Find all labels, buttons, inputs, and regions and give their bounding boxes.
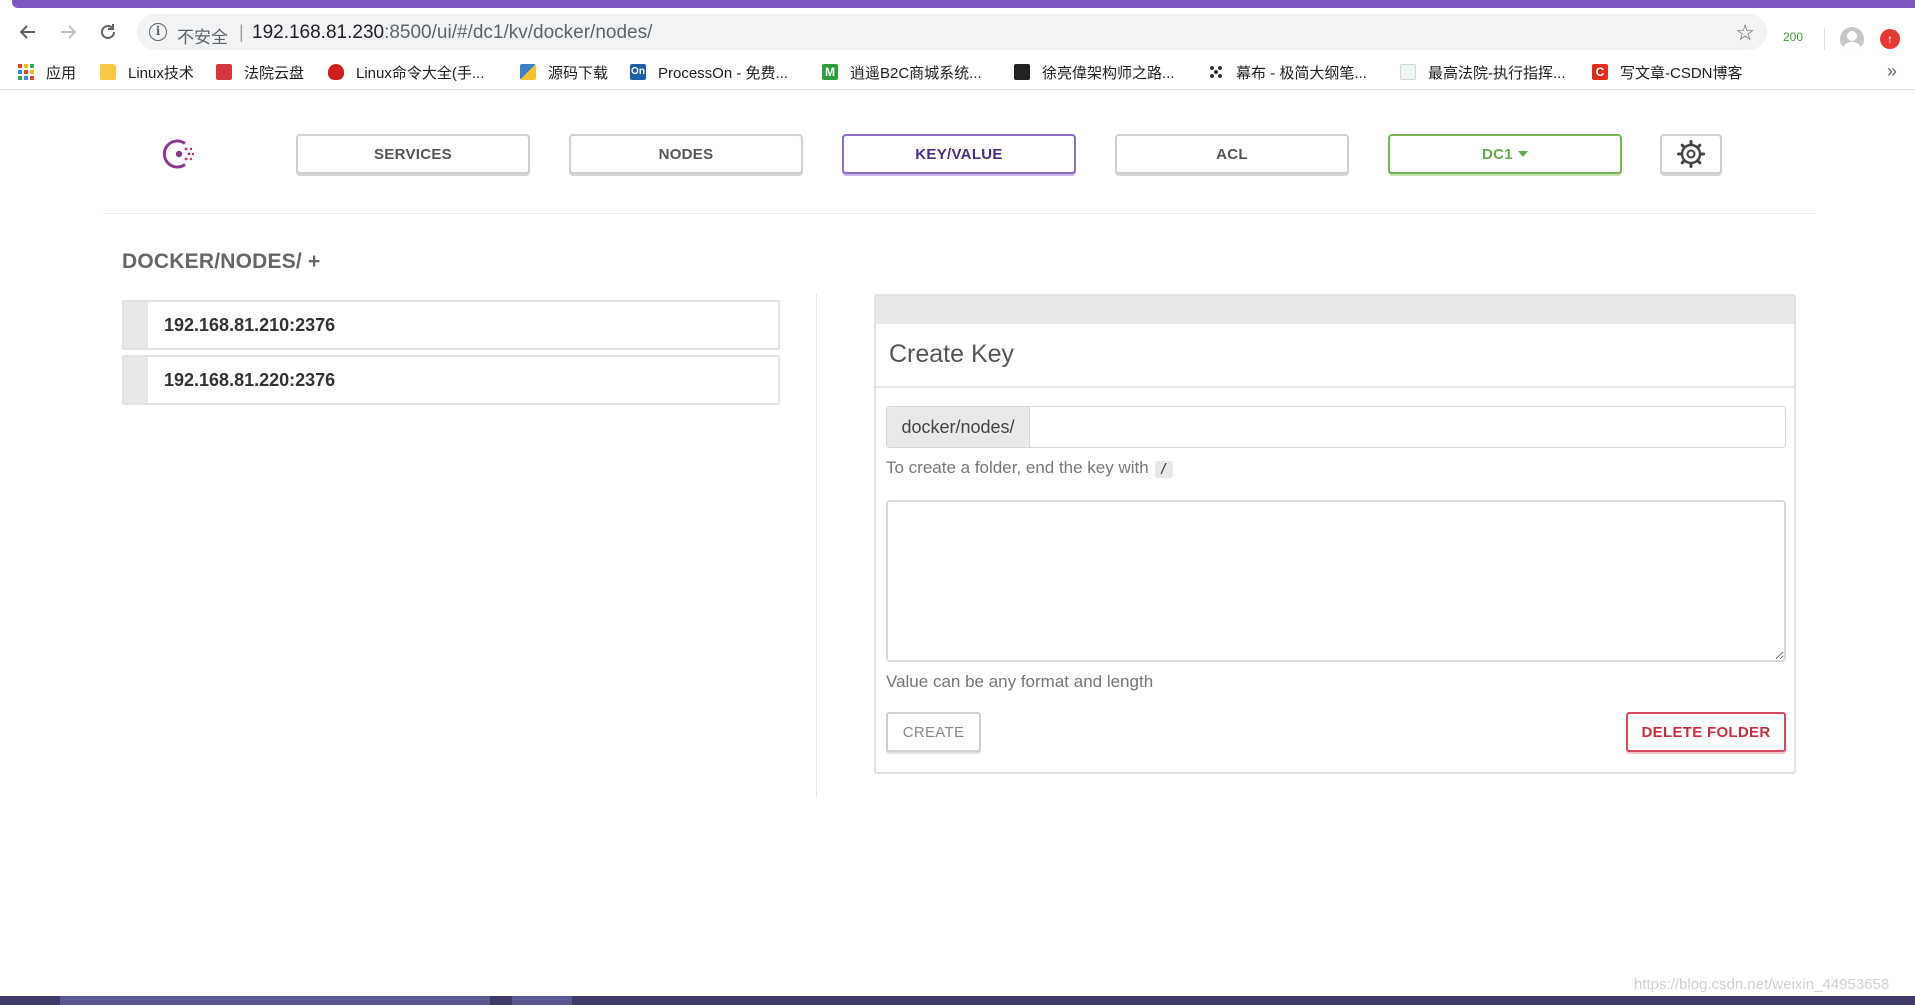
update-arrow-icon[interactable]: ↑ — [1880, 29, 1900, 49]
redhat-icon — [328, 64, 344, 80]
kv-list-item[interactable]: 192.168.81.220:2376 — [122, 355, 780, 405]
csdn-watermark: https://blog.csdn.net/weixin_44953658 — [1634, 976, 1890, 993]
datacenter-label: DC1 — [1482, 145, 1513, 163]
key-input-group: docker/nodes/ — [886, 406, 1786, 448]
bookmark-label: 源码下载 — [548, 64, 609, 82]
value-textarea[interactable] — [886, 500, 1786, 662]
bookmark-supreme-court[interactable]: 最高法院-执行指挥... — [1400, 62, 1566, 82]
mubu-icon — [1208, 64, 1224, 80]
folder-hint-text: To create a folder, end the key with — [886, 458, 1149, 477]
bookmark-label: ProcessOn - 免费... — [658, 64, 789, 82]
value-hint: Value can be any format and length — [886, 672, 1154, 691]
forward-arrow-icon — [61, 25, 77, 39]
panel-header-bar — [876, 296, 1794, 324]
breadcrumb: DOCKER/NODES/ + — [122, 250, 320, 274]
caret-down-icon — [1517, 151, 1528, 157]
m-icon: M — [822, 64, 838, 80]
bookmark-label: 最高法院-执行指挥... — [1428, 64, 1566, 82]
url-path: :8500/ui/#/dc1/kv/docker/nodes/ — [384, 22, 653, 43]
folder-hint-slash: / — [1154, 461, 1173, 478]
browser-toolbar: i 不安全 | 192.168.81.230:8500/ui/#/dc1/kv/… — [0, 8, 1915, 54]
bookmark-label: 幕布 - 极简大纲笔... — [1236, 64, 1367, 82]
bookmark-label: 写文章-CSDN博客 — [1620, 64, 1743, 82]
kv-item-marker — [124, 357, 148, 403]
panel-title: Create Key — [889, 340, 1015, 368]
bookmark-apps[interactable]: 应用 — [18, 62, 76, 82]
back-button[interactable] — [14, 18, 42, 46]
url-host: 192.168.81.230 — [252, 22, 385, 43]
bookmark-label: 应用 — [46, 64, 77, 82]
download-icon — [520, 64, 536, 80]
bookmark-b2c-mall[interactable]: M 逍遥B2C商城系统... — [822, 62, 982, 82]
folder-hint: To create a folder, end the key with / — [886, 458, 1173, 478]
processon-icon: On — [630, 64, 646, 80]
site-info-icon[interactable]: i — [149, 23, 167, 41]
create-button[interactable]: CREATE — [886, 712, 981, 752]
folder-icon — [100, 64, 116, 80]
reload-icon — [101, 24, 115, 39]
nav-tab-nodes[interactable]: NODES — [569, 134, 803, 174]
bookmark-linux-commands[interactable]: Linux命令大全(手... — [328, 62, 484, 82]
apps-grid-icon — [18, 64, 34, 80]
bookmark-csdn[interactable]: C 写文章-CSDN博客 — [1592, 62, 1743, 82]
bookmark-source-download[interactable]: 源码下载 — [520, 62, 608, 82]
delete-folder-button[interactable]: DELETE FOLDER — [1626, 712, 1786, 752]
add-key-button[interactable]: + — [308, 250, 320, 273]
bookmark-label: 逍遥B2C商城系统... — [850, 64, 982, 82]
csdn-icon: C — [1592, 64, 1608, 80]
gear-icon — [1677, 140, 1705, 168]
bookmark-label: Linux技术 — [128, 64, 194, 82]
security-label: 不安全 — [177, 28, 228, 47]
taskbar-item[interactable] — [512, 996, 572, 1005]
panel-title-divider — [876, 386, 1794, 388]
bookmark-star-icon[interactable]: ☆ — [1735, 20, 1755, 46]
key-input[interactable] — [1031, 407, 1785, 447]
key-prefix-label: docker/nodes/ — [887, 407, 1030, 447]
bookmarks-bar: 应用 Linux技术 法院云盘 Linux命令大全(手... 源码下载 On P… — [0, 54, 1915, 90]
back-arrow-icon — [19, 25, 35, 39]
url-text[interactable]: 192.168.81.230:8500/ui/#/dc1/kv/docker/n… — [252, 22, 652, 44]
kv-item-label: 192.168.81.210:2376 — [164, 315, 336, 335]
bookmark-linux-tech[interactable]: Linux技术 — [100, 62, 194, 82]
taskbar — [0, 996, 1915, 1005]
extension-badge[interactable]: 200 — [1783, 30, 1803, 44]
bookmark-label: 法院云盘 — [244, 64, 305, 82]
kv-item-marker — [124, 302, 148, 348]
profile-avatar-icon[interactable] — [1840, 27, 1864, 51]
column-divider — [816, 294, 817, 798]
create-key-panel: Create Key docker/nodes/ To create a fol… — [874, 294, 1796, 774]
page-icon — [1400, 64, 1416, 80]
kv-item-label: 192.168.81.220:2376 — [164, 370, 336, 390]
bookmark-mubu[interactable]: 幕布 - 极简大纲笔... — [1208, 62, 1367, 82]
cloud-drive-icon — [216, 64, 232, 80]
bookmark-label: 徐亮偉架构师之路... — [1042, 64, 1175, 82]
settings-button[interactable] — [1660, 134, 1722, 174]
security-separator: | — [239, 22, 244, 42]
bookmark-architect-road[interactable]: 徐亮偉架构师之路... — [1014, 62, 1175, 82]
consul-logo-icon[interactable] — [160, 135, 198, 173]
bookmark-label: Linux命令大全(手... — [356, 64, 485, 82]
header-divider — [103, 213, 1816, 214]
bookmarks-overflow-icon[interactable]: » — [1887, 61, 1897, 82]
breadcrumb-path[interactable]: DOCKER/NODES/ — [122, 250, 302, 273]
window-top-accent — [0, 0, 1915, 8]
dark-square-icon — [1014, 64, 1030, 80]
datacenter-dropdown[interactable]: DC1 — [1388, 134, 1622, 174]
nav-tab-services[interactable]: SERVICES — [296, 134, 530, 174]
bookmark-processon[interactable]: On ProcessOn - 免费... — [630, 62, 788, 82]
nav-tab-acl[interactable]: ACL — [1115, 134, 1349, 174]
address-bar[interactable]: i 不安全 | 192.168.81.230:8500/ui/#/dc1/kv/… — [137, 14, 1767, 50]
forward-button[interactable] — [54, 18, 82, 46]
nav-tab-key-value[interactable]: KEY/VALUE — [842, 134, 1076, 174]
toolbar-divider — [1824, 28, 1825, 50]
bookmark-court-cloud[interactable]: 法院云盘 — [216, 62, 304, 82]
taskbar-item[interactable] — [60, 996, 490, 1005]
reload-button[interactable] — [94, 18, 122, 46]
kv-list-item[interactable]: 192.168.81.210:2376 — [122, 300, 780, 350]
